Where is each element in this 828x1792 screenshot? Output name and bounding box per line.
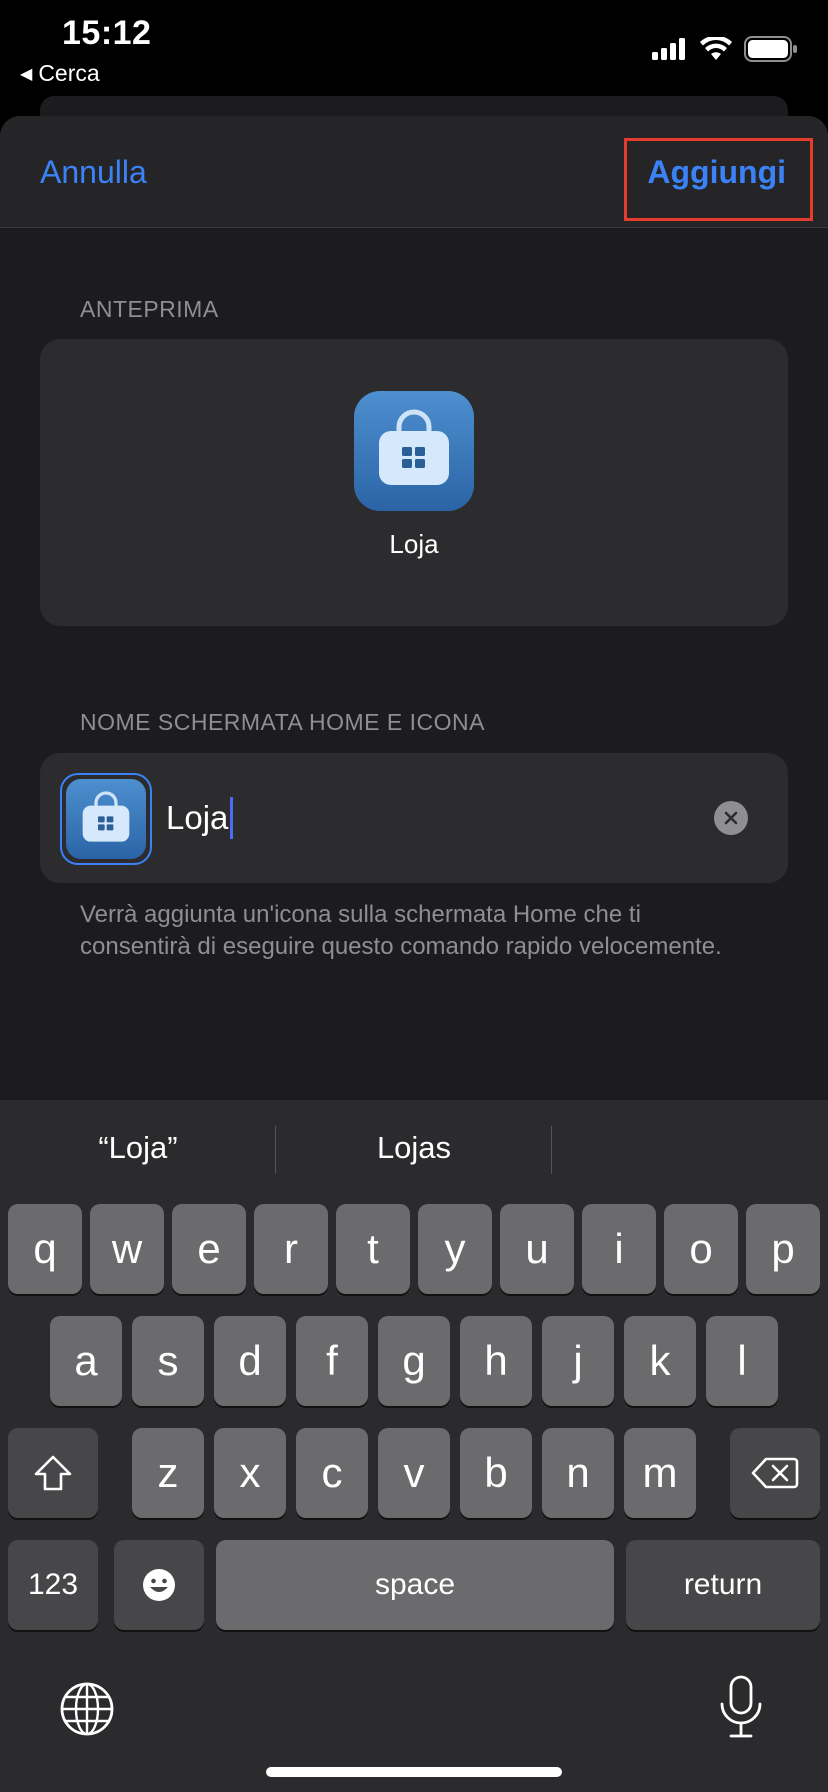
suggestion-divider <box>551 1126 552 1174</box>
key-z[interactable]: z <box>132 1428 204 1518</box>
key-e[interactable]: e <box>172 1204 246 1294</box>
cancel-button[interactable]: Annulla <box>40 154 147 191</box>
home-screen-name-input[interactable]: Loja <box>166 793 636 843</box>
key-a[interactable]: a <box>50 1316 122 1406</box>
battery-icon <box>744 36 797 62</box>
name-and-icon-card: Loja <box>40 753 788 883</box>
suggestion-bar: “Loja” Lojas <box>0 1100 828 1200</box>
key-i[interactable]: i <box>582 1204 656 1294</box>
clear-text-button[interactable] <box>714 801 748 835</box>
emoji-key[interactable] <box>114 1540 204 1630</box>
back-app-label: Cerca <box>38 60 100 86</box>
preview-app-icon <box>354 391 474 511</box>
globe-icon <box>60 1682 114 1736</box>
status-icons <box>652 36 798 62</box>
dictation-button[interactable] <box>718 1674 764 1745</box>
key-f[interactable]: f <box>296 1316 368 1406</box>
key-w[interactable]: w <box>90 1204 164 1294</box>
preview-section-label: ANTEPRIMA <box>80 296 219 322</box>
key-q[interactable]: q <box>8 1204 82 1294</box>
key-l[interactable]: l <box>706 1316 778 1406</box>
key-u[interactable]: u <box>500 1204 574 1294</box>
key-r[interactable]: r <box>254 1204 328 1294</box>
key-h[interactable]: h <box>460 1316 532 1406</box>
key-s[interactable]: s <box>132 1316 204 1406</box>
key-t[interactable]: t <box>336 1204 410 1294</box>
keyboard: “Loja” Lojas q w e r t y u i o p a s d f… <box>0 1100 828 1792</box>
small-app-icon <box>66 779 146 859</box>
key-b[interactable]: b <box>460 1428 532 1518</box>
microphone-icon <box>720 1675 762 1738</box>
sheet-nav-bar: Annulla Aggiungi <box>0 116 828 228</box>
preview-card: Loja <box>40 339 788 626</box>
backspace-icon <box>751 1457 799 1489</box>
shift-icon <box>34 1455 72 1491</box>
key-y[interactable]: y <box>418 1204 492 1294</box>
key-o[interactable]: o <box>664 1204 738 1294</box>
globe-button[interactable] <box>58 1680 116 1743</box>
icon-picker-button[interactable] <box>60 773 152 865</box>
key-g[interactable]: g <box>378 1316 450 1406</box>
key-d[interactable]: d <box>214 1316 286 1406</box>
shopping-bag-icon <box>82 791 130 842</box>
back-to-app-link[interactable]: ◀ Cerca <box>20 60 100 87</box>
status-bar: 15:12 ◀ Cerca <box>0 0 828 96</box>
cellular-signal-icon <box>652 38 685 60</box>
preview-app-name: Loja <box>389 529 439 559</box>
emoji-icon <box>143 1569 175 1601</box>
help-text: Verrà aggiunta un'icona sulla schermata … <box>80 901 722 960</box>
key-c[interactable]: c <box>296 1428 368 1518</box>
key-x[interactable]: x <box>214 1428 286 1518</box>
numbers-key[interactable]: 123 <box>8 1540 98 1630</box>
back-triangle-icon: ◀ <box>20 65 33 83</box>
name-section-label: NOME SCHERMATA HOME E ICONA <box>80 709 485 735</box>
key-p[interactable]: p <box>746 1204 820 1294</box>
key-m[interactable]: m <box>624 1428 696 1518</box>
close-icon <box>724 811 738 825</box>
key-n[interactable]: n <box>542 1428 614 1518</box>
key-v[interactable]: v <box>378 1428 450 1518</box>
text-caret <box>230 797 234 839</box>
shift-key[interactable] <box>8 1428 98 1518</box>
delete-key[interactable] <box>730 1428 820 1518</box>
key-j[interactable]: j <box>542 1316 614 1406</box>
wifi-icon <box>700 37 732 60</box>
return-key[interactable]: return <box>626 1540 820 1630</box>
key-k[interactable]: k <box>624 1316 696 1406</box>
status-time: 15:12 <box>62 14 152 52</box>
add-button[interactable]: Aggiungi <box>647 154 786 191</box>
home-indicator[interactable] <box>266 1767 562 1777</box>
name-input-value: Loja <box>166 799 229 836</box>
suggestion-1[interactable]: “Loja” <box>0 1130 276 1166</box>
space-key[interactable]: space <box>216 1540 614 1630</box>
shopping-bag-icon <box>379 409 449 485</box>
suggestion-2[interactable]: Lojas <box>276 1130 552 1166</box>
